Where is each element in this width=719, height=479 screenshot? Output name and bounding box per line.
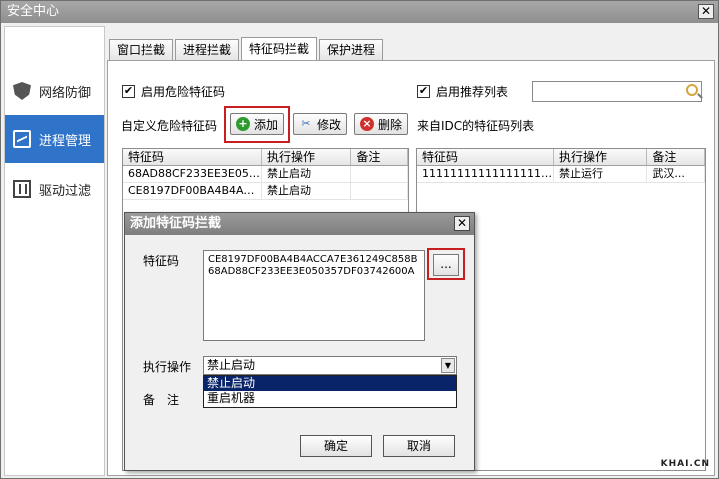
note-field-label: 备 注 bbox=[143, 393, 180, 407]
column-header-signature[interactable]: 特征码 bbox=[123, 149, 262, 165]
add-button-label: 添加 bbox=[254, 117, 279, 132]
add-icon: + bbox=[236, 117, 250, 131]
action-dropdown-list: 禁止启动 重启机器 bbox=[203, 375, 457, 408]
table-cell: 1111111111111111111... bbox=[417, 166, 555, 182]
table-cell bbox=[351, 183, 408, 199]
signature-line: CE8197DF00BA4B4ACCA7E361249C858B bbox=[208, 254, 418, 265]
action-select-value: 禁止启动 bbox=[207, 358, 256, 372]
add-signature-dialog: 添加特征码拦截 ✕ 特征码 CE8197DF00BA4B4ACCA7E36124… bbox=[124, 212, 475, 471]
checkmark-icon: ✔ bbox=[417, 84, 430, 98]
table-cell: CE8197DF00BA4B4ACC... bbox=[123, 183, 262, 199]
idc-list-label: 来自IDC的特征码列表 bbox=[417, 119, 535, 133]
tab-process-block[interactable]: 进程拦截 bbox=[175, 39, 240, 61]
table-cell bbox=[351, 166, 408, 182]
chevron-down-icon[interactable]: ▼ bbox=[441, 358, 455, 373]
signature-textarea[interactable]: CE8197DF00BA4B4ACCA7E361249C858B 68AD88C… bbox=[203, 250, 425, 341]
search-input[interactable] bbox=[532, 81, 702, 102]
table-cell: 武汉... bbox=[647, 166, 705, 182]
tab-bar: 窗口拦截 进程拦截 特征码拦截 保护进程 bbox=[109, 37, 385, 61]
column-header-signature[interactable]: 特征码 bbox=[417, 149, 555, 165]
dialog-title: 添加特征码拦截 bbox=[130, 216, 222, 231]
column-header-action[interactable]: 执行操作 bbox=[262, 149, 352, 165]
watermark-text: KHAI.CN bbox=[660, 459, 710, 469]
table-row[interactable]: CE8197DF00BA4B4ACC... 禁止启动 bbox=[123, 183, 408, 200]
dropdown-option-reboot[interactable]: 重启机器 bbox=[204, 391, 456, 406]
table-cell: 禁止启动 bbox=[262, 166, 352, 182]
sidebar-item-label: 网络防御 bbox=[39, 85, 92, 101]
browse-button[interactable]: ... bbox=[433, 254, 459, 276]
edit-button-label: 修改 bbox=[317, 117, 342, 132]
ok-button[interactable]: 确定 bbox=[300, 435, 372, 457]
window-close-button[interactable]: ✕ bbox=[698, 4, 714, 19]
enable-danger-label: 启用危险特征码 bbox=[141, 85, 226, 99]
column-header-note[interactable]: 备注 bbox=[351, 149, 408, 165]
sidebar-item-network-defense[interactable]: 网络防御 bbox=[5, 67, 104, 115]
action-select[interactable]: 禁止启动 ▼ bbox=[203, 356, 457, 375]
tab-protect-process[interactable]: 保护进程 bbox=[319, 39, 384, 61]
checkmark-icon: ✔ bbox=[122, 84, 135, 98]
delete-button[interactable]: × 删除 bbox=[354, 113, 409, 135]
sidebar-item-process-management[interactable]: 进程管理 bbox=[5, 115, 104, 163]
tab-signature-block[interactable]: 特征码拦截 bbox=[241, 37, 318, 61]
monitor-icon bbox=[13, 130, 31, 148]
main-window: 安全中心 ✕ 网络防御 进程管理 驱动过滤 窗口拦截 进程拦截 特征码拦截 保护… bbox=[0, 0, 719, 479]
add-button[interactable]: + 添加 bbox=[230, 113, 285, 135]
window-title: 安全中心 bbox=[7, 4, 60, 19]
column-header-note[interactable]: 备注 bbox=[647, 149, 705, 165]
table-cell: 68AD88CF233EE3E0503... bbox=[123, 166, 262, 182]
sidebar-item-label: 进程管理 bbox=[39, 133, 92, 149]
dialog-close-button[interactable]: ✕ bbox=[454, 216, 470, 231]
sidebar: 网络防御 进程管理 驱动过滤 bbox=[4, 26, 105, 476]
edit-button[interactable]: ✂ 修改 bbox=[293, 113, 348, 135]
table-row[interactable]: 1111111111111111111... 禁止运行 武汉... bbox=[417, 166, 705, 183]
table-cell: 禁止运行 bbox=[554, 166, 648, 182]
tab-window-block[interactable]: 窗口拦截 bbox=[109, 39, 174, 61]
window-titlebar: 安全中心 ✕ bbox=[1, 1, 718, 23]
signature-field-label: 特征码 bbox=[143, 254, 180, 268]
action-field-label: 执行操作 bbox=[143, 360, 192, 374]
search-icon[interactable] bbox=[686, 84, 698, 96]
sidebar-item-driver-filter[interactable]: 驱动过滤 bbox=[5, 165, 104, 213]
scissors-icon: ✂ bbox=[301, 117, 311, 130]
delete-button-label: 删除 bbox=[378, 117, 403, 132]
cancel-button[interactable]: 取消 bbox=[383, 435, 455, 457]
custom-signature-label: 自定义危险特征码 bbox=[121, 119, 218, 133]
signature-line: 68AD88CF233EE3E050357DF03742600A bbox=[208, 266, 415, 277]
table-cell: 禁止启动 bbox=[262, 183, 352, 199]
enable-danger-checkbox[interactable]: ✔ 启用危险特征码 bbox=[122, 83, 225, 100]
enable-recommend-label: 启用推荐列表 bbox=[436, 85, 509, 99]
dropdown-option-disable-start[interactable]: 禁止启动 bbox=[204, 376, 456, 391]
shield-icon bbox=[13, 82, 31, 100]
table-row[interactable]: 68AD88CF233EE3E0503... 禁止启动 bbox=[123, 166, 408, 183]
sidebar-item-label: 驱动过滤 bbox=[39, 183, 92, 199]
driver-icon bbox=[13, 180, 31, 198]
dialog-titlebar: 添加特征码拦截 ✕ bbox=[125, 213, 474, 235]
column-header-action[interactable]: 执行操作 bbox=[554, 149, 648, 165]
enable-recommend-checkbox[interactable]: ✔ 启用推荐列表 bbox=[417, 83, 508, 100]
delete-icon: × bbox=[360, 117, 374, 131]
